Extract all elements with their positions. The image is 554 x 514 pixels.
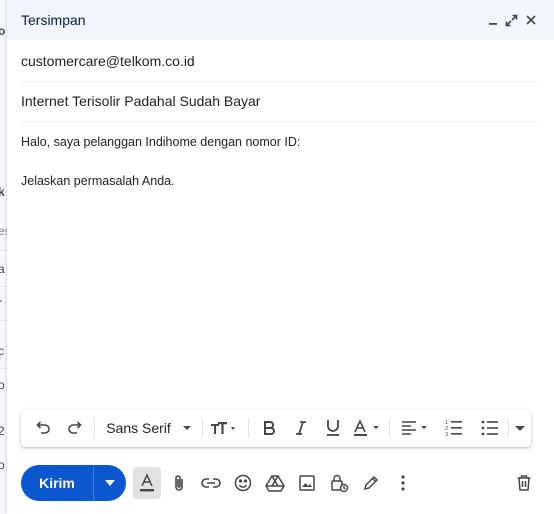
bold-icon[interactable] bbox=[256, 413, 282, 443]
text-size-icon[interactable] bbox=[207, 413, 243, 443]
send-button-group: Kirim bbox=[21, 465, 126, 501]
more-formatting-icon[interactable] bbox=[511, 413, 529, 443]
compose-header[interactable]: Tersimpan bbox=[7, 0, 554, 40]
link-icon[interactable] bbox=[197, 467, 225, 499]
expand-icon[interactable] bbox=[502, 11, 520, 29]
numbered-list-icon[interactable]: 1 2 3 bbox=[441, 413, 467, 443]
subject-field[interactable]: Internet Terisolir Padahal Sudah Bayar bbox=[21, 81, 537, 122]
font-family-select[interactable]: Sans Serif bbox=[101, 413, 197, 443]
more-options-icon[interactable] bbox=[389, 467, 417, 499]
discard-draft-icon[interactable] bbox=[510, 467, 538, 499]
recipient-value: customercare@telkom.co.id bbox=[21, 53, 195, 69]
formatting-options-icon[interactable] bbox=[133, 467, 161, 499]
schedule-send-dropdown[interactable] bbox=[94, 465, 126, 501]
minimize-icon[interactable] bbox=[484, 11, 502, 29]
undo-icon[interactable] bbox=[29, 413, 57, 443]
underline-icon[interactable] bbox=[320, 413, 346, 443]
bulleted-list-icon[interactable] bbox=[477, 413, 503, 443]
message-body[interactable]: Halo, saya pelanggan Indihome dengan nom… bbox=[21, 133, 531, 211]
photo-icon[interactable] bbox=[293, 467, 321, 499]
body-line: Halo, saya pelanggan Indihome dengan nom… bbox=[21, 135, 301, 149]
close-icon[interactable] bbox=[522, 11, 540, 29]
svg-text:3: 3 bbox=[445, 432, 448, 437]
text-color-icon[interactable] bbox=[350, 413, 384, 443]
confidential-mode-icon[interactable] bbox=[325, 467, 353, 499]
subject-value: Internet Terisolir Padahal Sudah Bayar bbox=[21, 93, 261, 109]
italic-icon[interactable] bbox=[288, 413, 314, 443]
body-line: Jelaskan permasalah Anda. bbox=[21, 173, 175, 188]
formatting-toolbar: Sans Serif 1 2 3 bbox=[21, 409, 531, 447]
compose-title: Tersimpan bbox=[21, 12, 86, 28]
font-family-label: Sans Serif bbox=[106, 420, 171, 436]
redo-icon[interactable] bbox=[61, 413, 89, 443]
drive-icon[interactable] bbox=[261, 467, 289, 499]
compose-window: Tersimpan customercare@telkom.co.id Inte… bbox=[7, 0, 554, 514]
recipient-field[interactable]: customercare@telkom.co.id bbox=[21, 41, 537, 82]
align-icon[interactable] bbox=[397, 413, 435, 443]
signature-icon[interactable] bbox=[357, 467, 385, 499]
emoji-icon[interactable] bbox=[229, 467, 257, 499]
attach-icon[interactable] bbox=[165, 467, 193, 499]
send-button[interactable]: Kirim bbox=[21, 465, 93, 501]
